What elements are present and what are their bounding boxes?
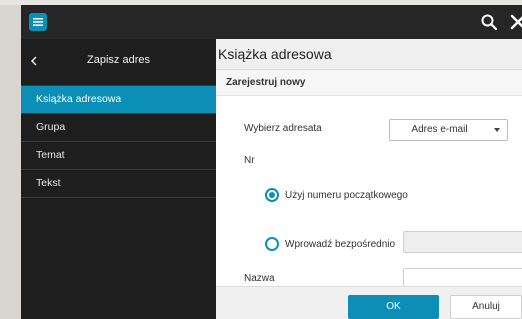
- radio-direct-entry[interactable]: Wprowadź bezpośrednio: [265, 237, 395, 251]
- caret-down-icon: [494, 128, 500, 132]
- sidebar-item-group[interactable]: Grupa: [21, 114, 216, 142]
- sidebar-title: Zapisz adres: [87, 54, 150, 66]
- menu-button[interactable]: [29, 13, 47, 31]
- radio-direct-entry-label: Wprowadź bezpośrednio: [285, 238, 396, 250]
- search-icon[interactable]: [480, 13, 498, 31]
- sidebar-item-address-book[interactable]: Książka adresowa: [21, 86, 216, 114]
- section-title: Zarejestruj nowy: [216, 70, 522, 96]
- sidebar-item-subject[interactable]: Temat: [21, 142, 216, 170]
- page-title: Książka adresowa: [216, 39, 522, 70]
- cancel-button[interactable]: Anuluj: [450, 295, 522, 319]
- footer-bar: OK Anuluj: [216, 286, 522, 319]
- ok-button[interactable]: OK: [348, 295, 439, 319]
- name-label: Nazwa: [244, 273, 275, 284]
- top-bar: [21, 5, 522, 39]
- radio-unchecked-icon: [265, 237, 279, 251]
- sidebar-header: Zapisz adres: [21, 39, 216, 86]
- radio-checked-icon: [265, 188, 279, 202]
- sidebar: Zapisz adres Książka adresowa Grupa Tema…: [21, 39, 216, 319]
- recipient-select-value: Adres e-mail: [411, 124, 468, 135]
- nr-label: Nr: [244, 155, 255, 166]
- app-window: Zapisz adres Książka adresowa Grupa Tema…: [21, 5, 522, 319]
- hamburger-menu-icon: [33, 18, 43, 26]
- recipient-select[interactable]: Adres e-mail: [389, 119, 508, 141]
- radio-start-number-label: Użyj numeru początkowego: [285, 189, 408, 201]
- sidebar-item-text[interactable]: Tekst: [21, 170, 216, 198]
- main-panel: Książka adresowa Zarejestruj nowy Wybier…: [216, 39, 522, 319]
- close-icon[interactable]: [509, 13, 522, 31]
- select-recipient-label: Wybierz adresata: [244, 123, 322, 134]
- direct-number-input[interactable]: [403, 231, 522, 253]
- radio-start-number[interactable]: Użyj numeru początkowego: [265, 188, 408, 202]
